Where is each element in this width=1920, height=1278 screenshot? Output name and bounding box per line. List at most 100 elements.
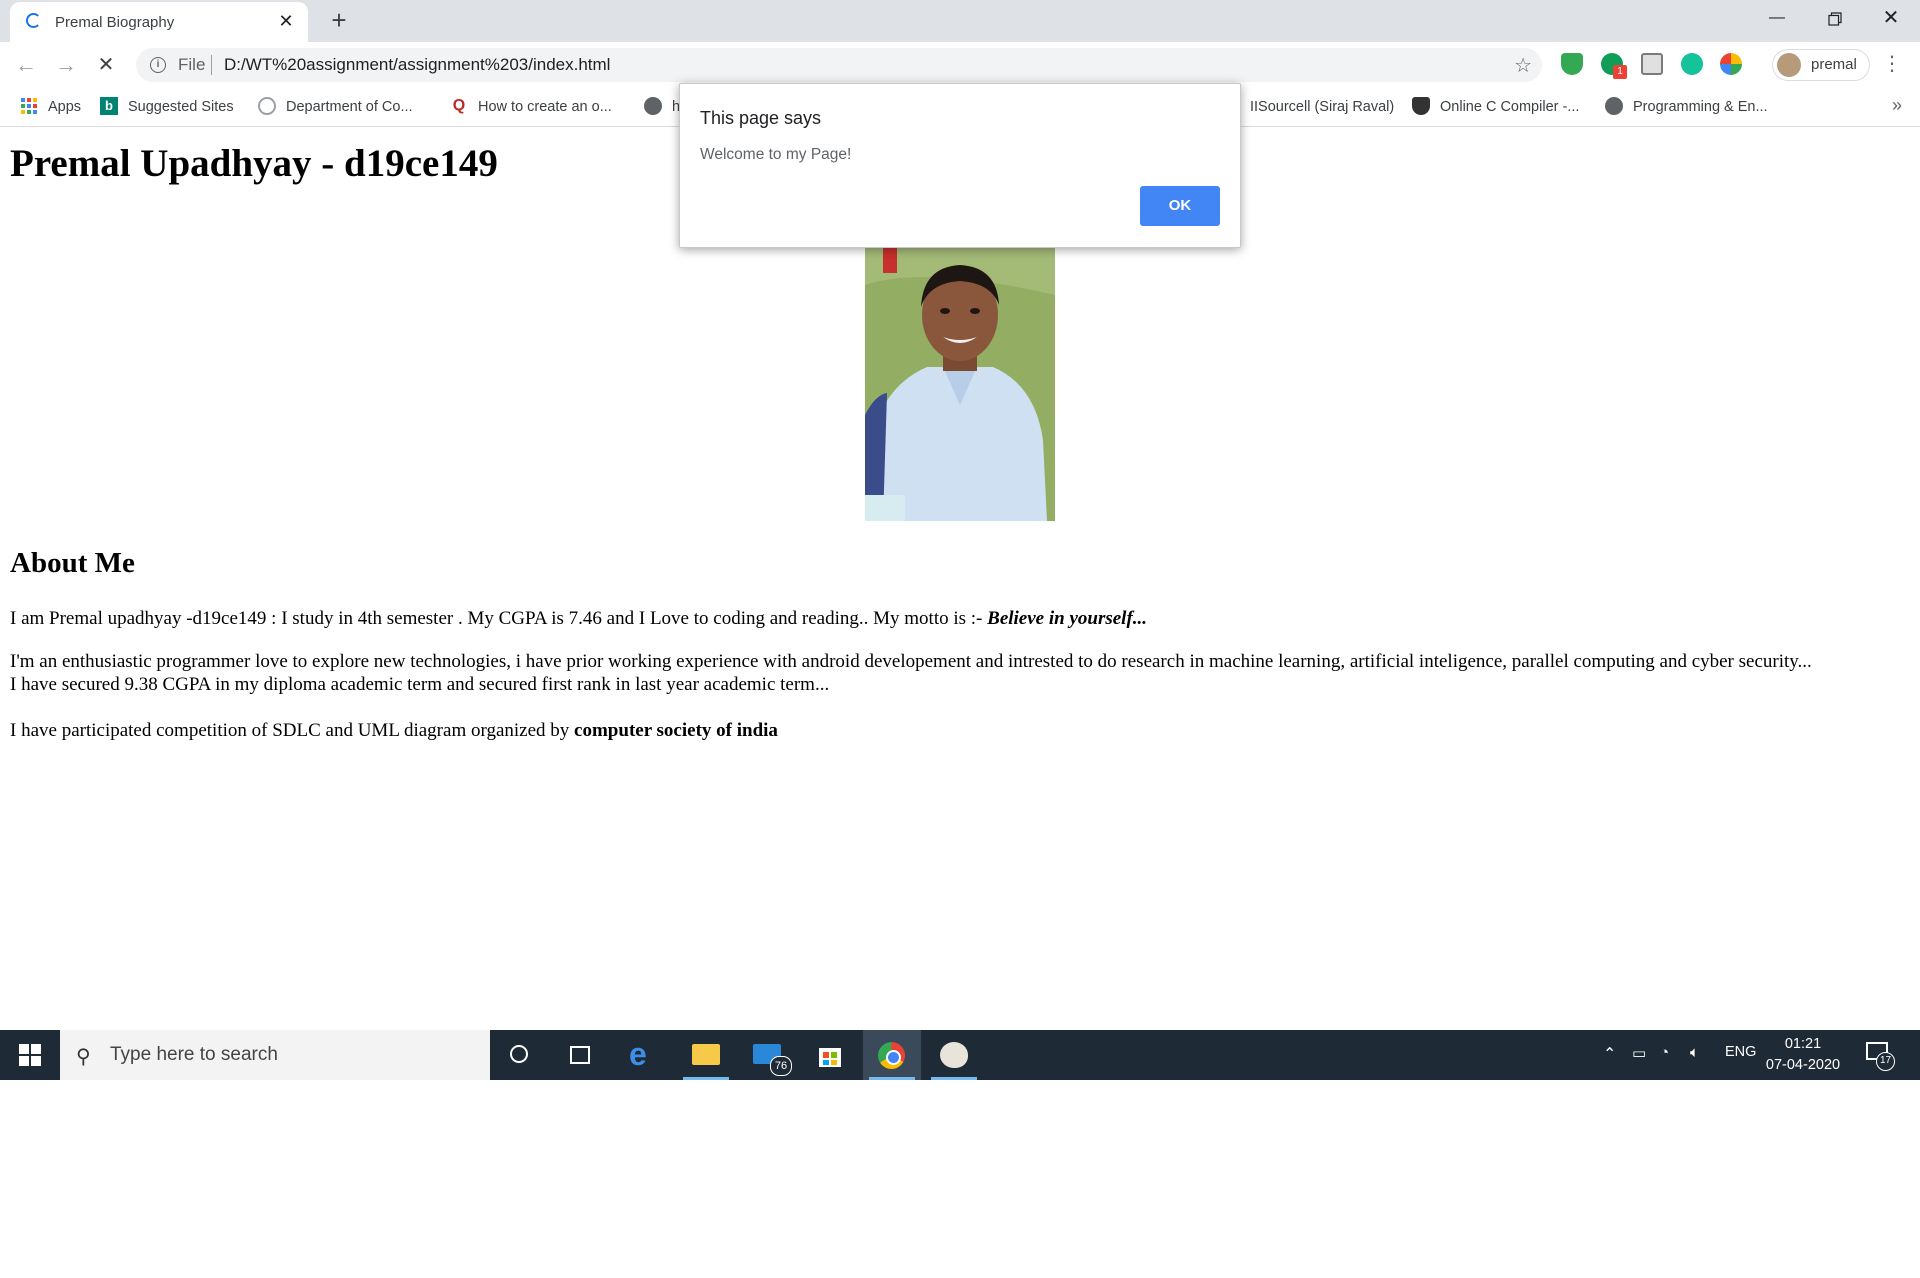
more-bookmarks-chevron-icon[interactable]: » — [1892, 95, 1902, 116]
about-text-line-1: I'm an enthusiastic programmer love to e… — [10, 651, 1812, 672]
taskbar: ⚲ Type here to search e 76 ⌃ ▭ ◔ 🔈︎ ENG — [0, 1030, 1920, 1080]
browser-toolbar: ← → ✕ i File D:/WT%20assignment/assignme… — [0, 42, 1920, 88]
dialog-message: Welcome to my Page! — [700, 146, 852, 163]
minimize-button[interactable]: — — [1748, 0, 1806, 38]
about-text: I am Premal upadhyay -d19ce149 : I study… — [10, 608, 988, 629]
notification-center-button[interactable]: 17 — [1866, 1042, 1895, 1071]
address-bar[interactable]: i File D:/WT%20assignment/assignment%203… — [136, 48, 1542, 82]
edge-icon: e — [629, 1036, 647, 1072]
store-icon — [819, 1048, 841, 1067]
bing-icon: b — [100, 96, 118, 115]
tab-strip: Premal Biography ✕ + — ✕ — [0, 0, 1920, 42]
task-view-button[interactable] — [551, 1030, 609, 1080]
tab-premal-biography[interactable]: Premal Biography ✕ — [10, 2, 308, 42]
search-placeholder: Type here to search — [110, 1044, 278, 1065]
paint-palette-icon — [940, 1042, 968, 1068]
forward-button[interactable]: → — [52, 51, 80, 79]
bookmark-label: Online C Compiler -... — [1440, 99, 1580, 115]
task-view-icon — [570, 1046, 590, 1064]
restore-icon — [1828, 12, 1842, 26]
notification-badge: 17 — [1876, 1052, 1895, 1071]
organization-name: computer society of india — [574, 720, 778, 741]
volume-icon[interactable]: 🔈︎ — [1690, 1044, 1699, 1061]
url-separator — [211, 55, 212, 75]
paint-taskbar-button[interactable] — [925, 1030, 983, 1080]
extension-icon[interactable]: 1 — [1601, 53, 1627, 79]
show-hidden-icons-chevron-icon[interactable]: ⌃ — [1603, 1044, 1616, 1064]
clock-date: 07-04-2020 — [1765, 1057, 1841, 1073]
bookmark-label: How to create an o... — [478, 99, 612, 115]
clock-time: 01:21 — [1784, 1036, 1822, 1052]
back-button[interactable]: ← — [12, 51, 40, 79]
bookmark-programming[interactable]: Programming & En... — [1605, 96, 1768, 118]
file-explorer-taskbar-button[interactable] — [677, 1030, 735, 1080]
bookmark-online-c-compiler[interactable]: Online C Compiler -... — [1412, 96, 1579, 118]
about-paragraph-2: I'm an enthusiastic programmer love to e… — [10, 650, 1910, 696]
compiler-icon — [1412, 96, 1430, 115]
profile-button[interactable]: premal — [1772, 49, 1870, 81]
url-text[interactable]: D:/WT%20assignment/assignment%203/index.… — [224, 55, 610, 75]
windows-logo-icon — [19, 1044, 41, 1066]
quora-icon: Q — [452, 96, 466, 114]
bookmark-how-to-create[interactable]: Q How to create an o... — [450, 96, 612, 118]
person-photo-image — [865, 245, 1055, 521]
folder-icon — [692, 1044, 720, 1065]
globe-icon — [258, 96, 276, 115]
bookmark-apps[interactable]: Apps — [20, 96, 81, 118]
mail-taskbar-button[interactable]: 76 — [740, 1030, 798, 1080]
bookmark-h[interactable]: h — [644, 96, 680, 118]
profile-name: premal — [1811, 56, 1857, 73]
restore-button[interactable] — [1806, 0, 1864, 38]
chrome-taskbar-button[interactable] — [863, 1030, 921, 1080]
stop-loading-button[interactable]: ✕ — [92, 51, 120, 79]
profile-photo — [865, 245, 1055, 521]
wifi-icon[interactable]: ◔ — [1660, 1044, 1669, 1061]
bookmark-label: Programming & En... — [1633, 99, 1768, 115]
bookmark-label: IISourcell (Siraj Raval) — [1250, 99, 1395, 115]
bookmark-iisourcell[interactable]: IISourcell (Siraj Raval) — [1250, 96, 1394, 118]
tab-title: Premal Biography — [55, 14, 175, 31]
shield-extension-icon[interactable] — [1561, 53, 1583, 75]
window-close-button[interactable]: ✕ — [1862, 0, 1920, 38]
bookmark-suggested-sites[interactable]: b Suggested Sites — [100, 96, 234, 118]
web-page: Premal Upadhyay - d19ce149 About Me I am… — [0, 127, 1920, 1030]
cortana-icon — [510, 1045, 528, 1063]
chrome-icon-center — [886, 1050, 901, 1065]
colorful-extension-icon[interactable] — [1720, 53, 1742, 75]
globe-icon — [644, 96, 662, 115]
grammarly-icon[interactable] — [1681, 53, 1703, 75]
bookmark-label: Apps — [48, 99, 82, 115]
tab-close-icon[interactable]: ✕ — [276, 11, 296, 31]
page-title: Premal Upadhyay - d19ce149 — [10, 142, 498, 185]
loading-spinner-icon — [26, 13, 41, 28]
avatar — [1777, 53, 1801, 77]
apps-grid-icon — [21, 97, 37, 114]
url-scheme: File — [178, 55, 206, 74]
browser-menu-icon[interactable]: ⋮ — [1882, 52, 1902, 76]
motto-text: Believe in yourself... — [987, 608, 1148, 629]
store-taskbar-button[interactable] — [801, 1030, 859, 1080]
alert-dialog: This page says Welcome to my Page! OK — [679, 83, 1241, 248]
about-paragraph-1: I am Premal upadhyay -d19ce149 : I study… — [10, 607, 1910, 630]
bookmark-star-icon[interactable]: ☆ — [1514, 53, 1532, 78]
dialog-title: This page says — [700, 108, 822, 128]
cast-extension-icon[interactable] — [1641, 53, 1663, 75]
globe-icon — [1605, 96, 1623, 115]
language-indicator[interactable]: ENG — [1725, 1044, 1756, 1060]
bookmark-department[interactable]: Department of Co... — [258, 96, 413, 118]
new-tab-button[interactable]: + — [325, 7, 353, 35]
taskbar-search-box[interactable]: ⚲ Type here to search — [60, 1030, 490, 1080]
bookmark-label: Department of Co... — [286, 99, 413, 115]
battery-icon[interactable]: ▭ — [1632, 1044, 1646, 1062]
clock[interactable]: 01:21 07-04-2020 — [1758, 1034, 1848, 1076]
about-paragraph-3: I have participated competition of SDLC … — [10, 719, 1910, 742]
site-info-icon[interactable]: i — [150, 57, 166, 73]
about-heading: About Me — [10, 547, 135, 579]
search-icon: ⚲ — [76, 1046, 91, 1068]
about-text-line-2: I have secured 9.38 CGPA in my diploma a… — [10, 674, 830, 695]
edge-taskbar-button[interactable]: e — [615, 1030, 673, 1080]
bookmark-label: Suggested Sites — [128, 99, 234, 115]
start-button[interactable] — [0, 1030, 60, 1080]
ok-button[interactable]: OK — [1140, 186, 1220, 226]
cortana-button[interactable] — [490, 1030, 548, 1080]
